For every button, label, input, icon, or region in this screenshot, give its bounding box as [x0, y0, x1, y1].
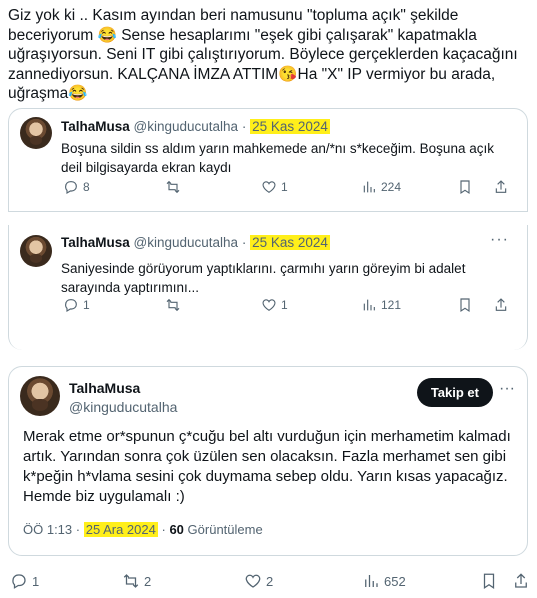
tweet-header: TalhaMusa @kinguducutalha · 25 Kas 2024 [61, 119, 330, 134]
retweet-icon [166, 180, 180, 194]
tweet-actions: 8 1 224 [61, 179, 513, 199]
views-button[interactable]: 224 [361, 179, 401, 195]
separator-dot: · [161, 522, 166, 537]
share-icon [495, 298, 507, 311]
bookmark-icon [483, 573, 495, 589]
views-count: 121 [381, 298, 402, 312]
reply-count: 1 [32, 573, 40, 589]
author-name[interactable]: TalhaMusa [61, 235, 130, 250]
avatar[interactable] [20, 376, 60, 416]
more-options-button[interactable]: ··· [499, 380, 515, 398]
bookmark-button[interactable] [457, 179, 473, 195]
retweet-icon [166, 298, 180, 312]
views-bar-chart-icon [365, 575, 378, 587]
heart-icon [262, 181, 276, 194]
heart-icon [262, 299, 276, 312]
quoted-tweet-1[interactable]: TalhaMusa @kinguducutalha · 25 Kas 2024 … [8, 108, 528, 212]
tweet-text: Merak etme or*spunun ç*cuğu bel altı vur… [23, 428, 511, 505]
reply-button[interactable]: 8 [63, 179, 90, 195]
bookmark-icon [460, 298, 470, 313]
author-handle[interactable]: @kinguducutalha [134, 119, 239, 134]
heart-icon [245, 574, 261, 588]
author-handle[interactable]: @kinguducutalha [134, 235, 239, 250]
views-count: 60 [169, 522, 184, 537]
tweet-date[interactable]: 25 Kas 2024 [250, 235, 330, 250]
post-text: Giz yok ki .. Kasım ayından beri namusun… [8, 7, 518, 102]
separator-dot: · [241, 119, 247, 134]
reply-count: 1 [83, 298, 90, 312]
views-button[interactable]: 121 [361, 297, 401, 313]
tweet-date[interactable]: 25 Kas 2024 [250, 119, 330, 134]
author-handle[interactable]: @kinguducutalha [69, 399, 177, 415]
reply-button[interactable]: 1 [10, 572, 39, 590]
like-button[interactable]: 2 [244, 572, 273, 590]
like-count: 2 [266, 573, 274, 589]
bookmark-icon [460, 180, 470, 195]
tweet-actions: 1 1 121 [61, 297, 513, 317]
share-icon [515, 573, 527, 588]
tweet-meta: ÖÖ 1:13 · 25 Ara 2024 · 60 Görüntüleme [23, 522, 263, 537]
views-count: 224 [381, 180, 402, 194]
separator-dot: · [241, 235, 247, 250]
tweet-time[interactable]: ÖÖ 1:13 [23, 522, 72, 537]
reply-icon [12, 574, 26, 589]
retweet-icon [123, 574, 139, 588]
share-button[interactable] [512, 572, 530, 590]
follow-button[interactable]: Takip et [416, 378, 493, 407]
like-count: 1 [281, 180, 288, 194]
separator-dot: · [75, 522, 81, 537]
like-button[interactable]: 1 [261, 297, 288, 313]
views-button[interactable]: 652 [362, 572, 406, 590]
quoted-tweet-2[interactable]: TalhaMusa @kinguducutalha · 25 Kas 2024 … [8, 225, 528, 350]
share-icon [495, 180, 507, 193]
retweet-button[interactable] [165, 179, 185, 195]
post-actions: 1 2 2 652 [10, 572, 529, 592]
embedded-tweet[interactable]: TalhaMusa @kinguducutalha Takip et ··· M… [8, 366, 528, 556]
avatar[interactable] [20, 235, 52, 267]
tweet-text: Saniyesinde görüyorum yaptıklarını. çarm… [61, 261, 466, 295]
like-button[interactable]: 1 [261, 179, 288, 195]
share-button[interactable] [493, 179, 509, 195]
bookmark-button[interactable] [480, 572, 498, 590]
views-bar-chart-icon [363, 181, 375, 193]
reply-icon [65, 181, 77, 195]
retweet-button[interactable] [165, 297, 185, 313]
like-count: 1 [281, 298, 288, 312]
tweet-header: TalhaMusa @kinguducutalha · 25 Kas 2024 [61, 235, 330, 250]
retweet-count: 2 [144, 573, 152, 589]
reply-icon [65, 299, 77, 313]
bookmark-button[interactable] [457, 297, 473, 313]
reply-button[interactable]: 1 [63, 297, 90, 313]
avatar[interactable] [20, 117, 52, 149]
author-name[interactable]: TalhaMusa [61, 119, 130, 134]
tweet-date[interactable]: 25 Ara 2024 [83, 522, 158, 537]
views-bar-chart-icon [363, 299, 375, 311]
views-count: 652 [384, 573, 406, 589]
views-label: Görüntüleme [187, 522, 263, 537]
tweet-text: Boşuna sildin ss aldım yarın mahkemede a… [61, 141, 494, 175]
author-name[interactable]: TalhaMusa [69, 380, 140, 396]
reply-count: 8 [83, 180, 90, 194]
more-options-button[interactable]: ··· [490, 231, 509, 249]
retweet-button[interactable]: 2 [122, 572, 151, 590]
share-button[interactable] [493, 297, 509, 313]
